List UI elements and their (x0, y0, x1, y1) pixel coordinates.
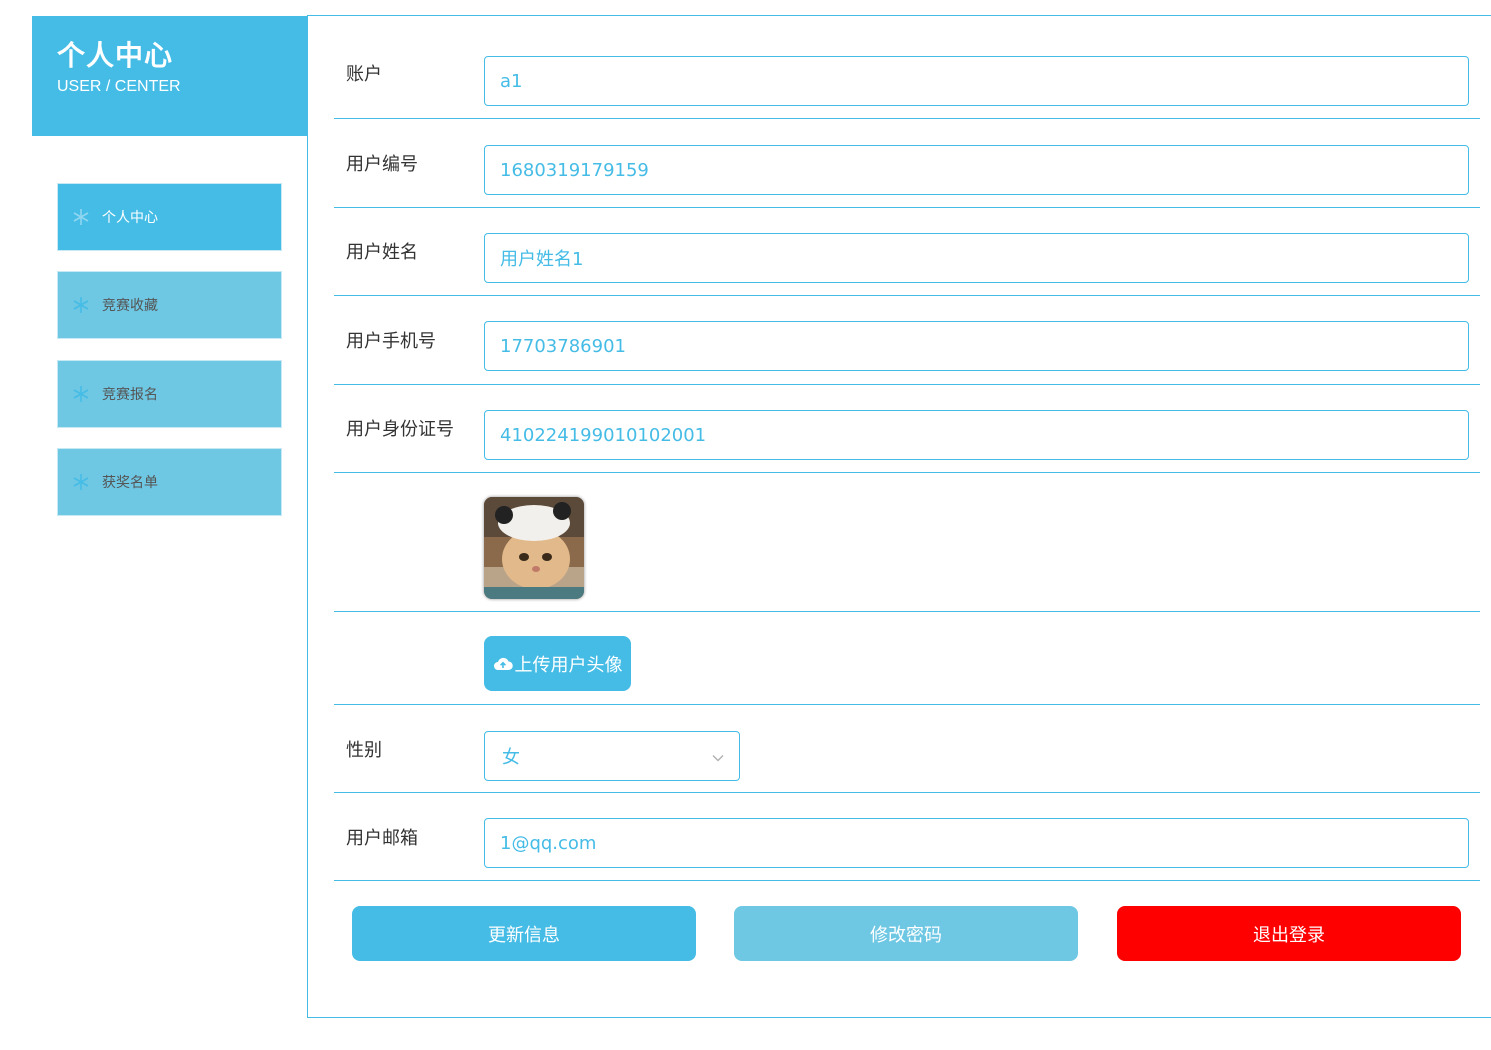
upload-avatar-label: 上传用户头像 (514, 654, 623, 676)
sidebar-subtitle: USER / CENTER (57, 78, 181, 95)
snowflake-icon (72, 296, 90, 314)
cloud-upload-icon (493, 656, 513, 672)
update-info-button[interactable]: 更新信息 (352, 906, 696, 961)
form-row-upload: 上传用户头像 (334, 612, 1480, 705)
form-row-email: 用户邮箱 (334, 793, 1480, 881)
email-input[interactable] (484, 818, 1469, 868)
upload-avatar-button[interactable]: 上传用户头像 (484, 636, 631, 691)
chevron-down-icon (711, 749, 725, 770)
email-label: 用户邮箱 (346, 828, 418, 849)
form-row-phone: 用户手机号 (334, 296, 1480, 385)
form-row-id-card: 用户身份证号 (334, 385, 1480, 473)
gender-select[interactable]: 女 (484, 731, 740, 781)
form-row-avatar (334, 473, 1480, 612)
phone-input[interactable] (484, 321, 1469, 371)
sidebar-item-user-center[interactable]: 个人中心 (57, 183, 282, 251)
sidebar-item-registration[interactable]: 竞赛报名 (57, 360, 282, 428)
form-row-account: 账户 (334, 16, 1480, 119)
sidebar-title: 个人中心 (57, 39, 174, 72)
phone-label: 用户手机号 (346, 331, 436, 352)
user-no-label: 用户编号 (346, 154, 418, 175)
account-input[interactable] (484, 56, 1469, 106)
snowflake-icon (72, 385, 90, 403)
account-label: 账户 (346, 64, 382, 85)
form-row-user-name: 用户姓名 (334, 208, 1480, 296)
profile-form-panel: 账户 用户编号 用户姓名 用户手机号 用户身份证号 (307, 15, 1491, 1018)
user-name-input[interactable] (484, 233, 1469, 283)
sidebar-item-winners[interactable]: 获奖名单 (57, 448, 282, 516)
snowflake-icon (72, 208, 90, 226)
sidebar-item-label: 个人中心 (102, 210, 158, 226)
avatar (484, 497, 584, 599)
gender-selected-value: 女 (502, 747, 520, 768)
sidebar-item-label: 获奖名单 (102, 475, 158, 491)
sidebar-item-label: 竞赛收藏 (102, 298, 158, 314)
user-no-input[interactable] (484, 145, 1469, 195)
change-password-button[interactable]: 修改密码 (734, 906, 1078, 961)
sidebar-header: 个人中心 USER / CENTER (32, 16, 308, 136)
gender-label: 性别 (346, 740, 382, 761)
snowflake-icon (72, 473, 90, 491)
id-card-label: 用户身份证号 (346, 419, 454, 440)
sidebar-item-favorites[interactable]: 竞赛收藏 (57, 271, 282, 339)
form-row-gender: 性别 女 (334, 705, 1480, 793)
sidebar-item-label: 竞赛报名 (102, 387, 158, 403)
form-row-user-no: 用户编号 (334, 119, 1480, 208)
id-card-input[interactable] (484, 410, 1469, 460)
user-name-label: 用户姓名 (346, 242, 418, 263)
logout-button[interactable]: 退出登录 (1117, 906, 1461, 961)
